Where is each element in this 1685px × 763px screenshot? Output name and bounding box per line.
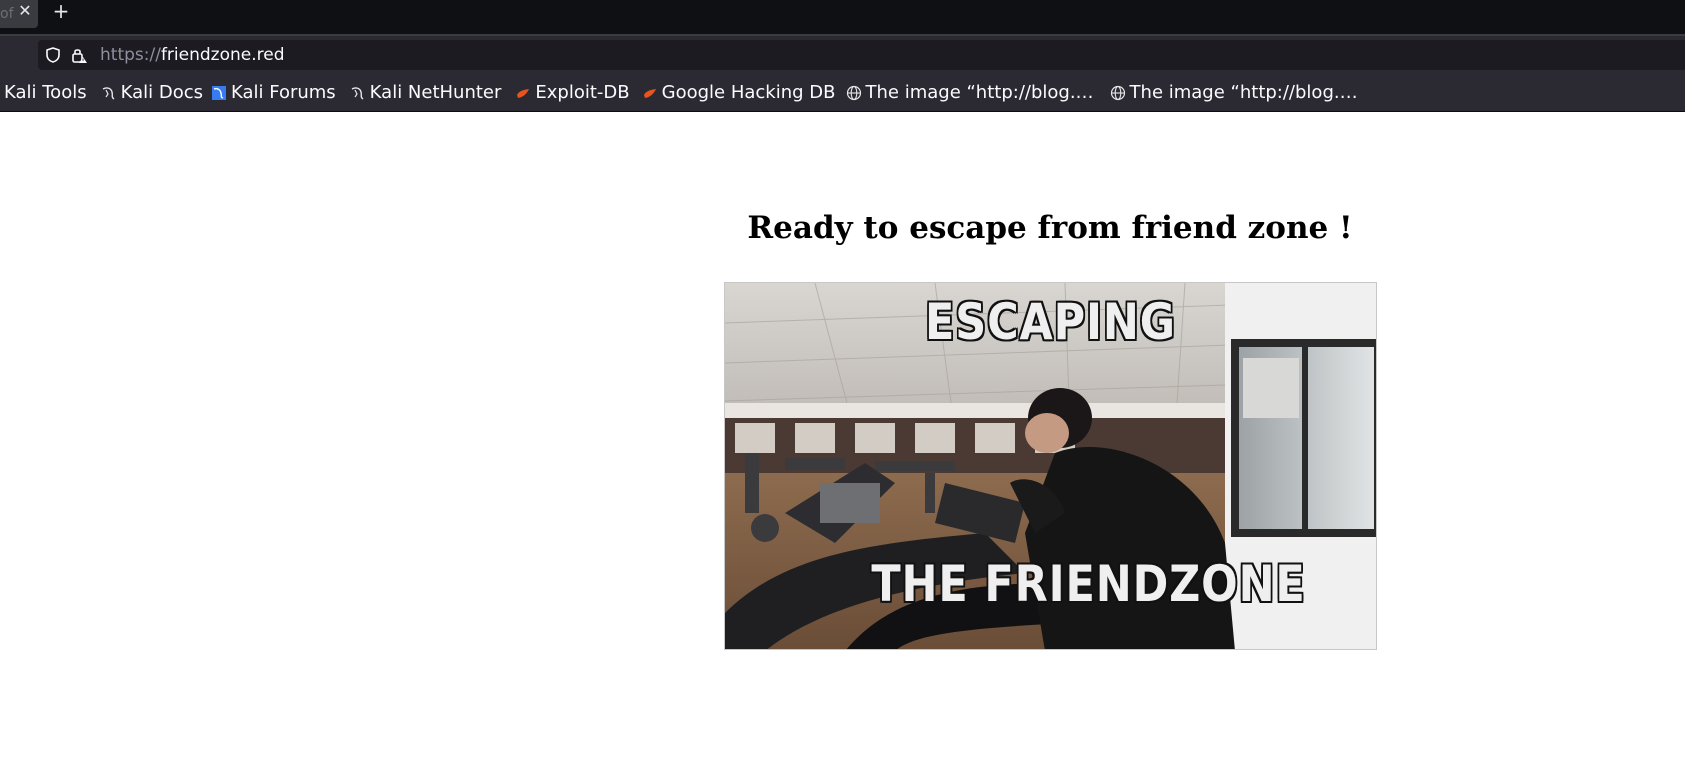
bookmark-label: Google Hacking DB: [661, 82, 836, 103]
bookmark-kali-docs[interactable]: Kali Docs: [97, 78, 207, 108]
navigation-toolbar: https://friendzone.red: [0, 34, 1685, 74]
new-tab-button[interactable]: +: [50, 0, 72, 22]
bookmark-kali-nethunter[interactable]: Kali NetHunter: [346, 78, 506, 108]
kali-dragon-icon: [102, 86, 115, 100]
url-scheme: https://: [100, 45, 161, 65]
address-bar[interactable]: https://friendzone.red: [38, 40, 1685, 70]
exploit-db-icon: [643, 88, 656, 98]
bookmark-label: Exploit-DB: [535, 82, 630, 103]
bookmark-google-hacking-db[interactable]: Google Hacking DB: [638, 78, 840, 108]
exploit-db-icon: [517, 88, 530, 98]
shield-icon[interactable]: [44, 46, 62, 64]
bookmark-label: Kali NetHunter: [369, 82, 502, 103]
bookmark-image-2[interactable]: The image “http://blog.…: [1106, 78, 1362, 108]
bookmark-exploit-db[interactable]: Exploit-DB: [511, 78, 633, 108]
bookmark-label: Kali Docs: [120, 82, 203, 103]
bookmark-label: The image “http://blog.…: [865, 82, 1094, 103]
escaping-friendzone-gif: ESCAPING THE FRIENDZONE: [724, 282, 1377, 650]
insecure-lock-icon[interactable]: [70, 46, 88, 64]
page-heading: Ready to escape from friend zone !: [747, 210, 1353, 246]
active-tab[interactable]: of ✕: [0, 0, 38, 28]
bookmark-label: The image “http://blog.…: [1129, 82, 1358, 103]
tab-title-fragment: of: [0, 6, 14, 22]
url-host: friendzone.red: [160, 45, 285, 65]
close-tab-icon[interactable]: ✕: [16, 2, 34, 20]
globe-icon: [1110, 85, 1125, 100]
gif-caption-top: ESCAPING: [925, 293, 1176, 351]
bookmark-image-1[interactable]: The image “http://blog.…: [842, 78, 1098, 108]
bookmark-kali-forums[interactable]: Kali Forums: [207, 78, 340, 108]
tab-strip: of ✕ +: [0, 0, 1685, 34]
bookmark-label: Kali Tools: [4, 82, 87, 103]
bookmark-kali-tools[interactable]: Kali Tools: [0, 78, 91, 108]
bookmark-label: Kali Forums: [230, 82, 336, 103]
url-text[interactable]: https://friendzone.red: [100, 45, 285, 65]
globe-icon: [846, 85, 861, 100]
kali-dragon-icon: [351, 86, 364, 100]
bookmarks-toolbar: Kali Tools Kali Docs Kali Forums Kali Ne…: [0, 74, 1685, 112]
kali-forums-icon: [211, 85, 226, 100]
gif-caption-bottom: THE FRIENDZONE: [871, 555, 1306, 613]
